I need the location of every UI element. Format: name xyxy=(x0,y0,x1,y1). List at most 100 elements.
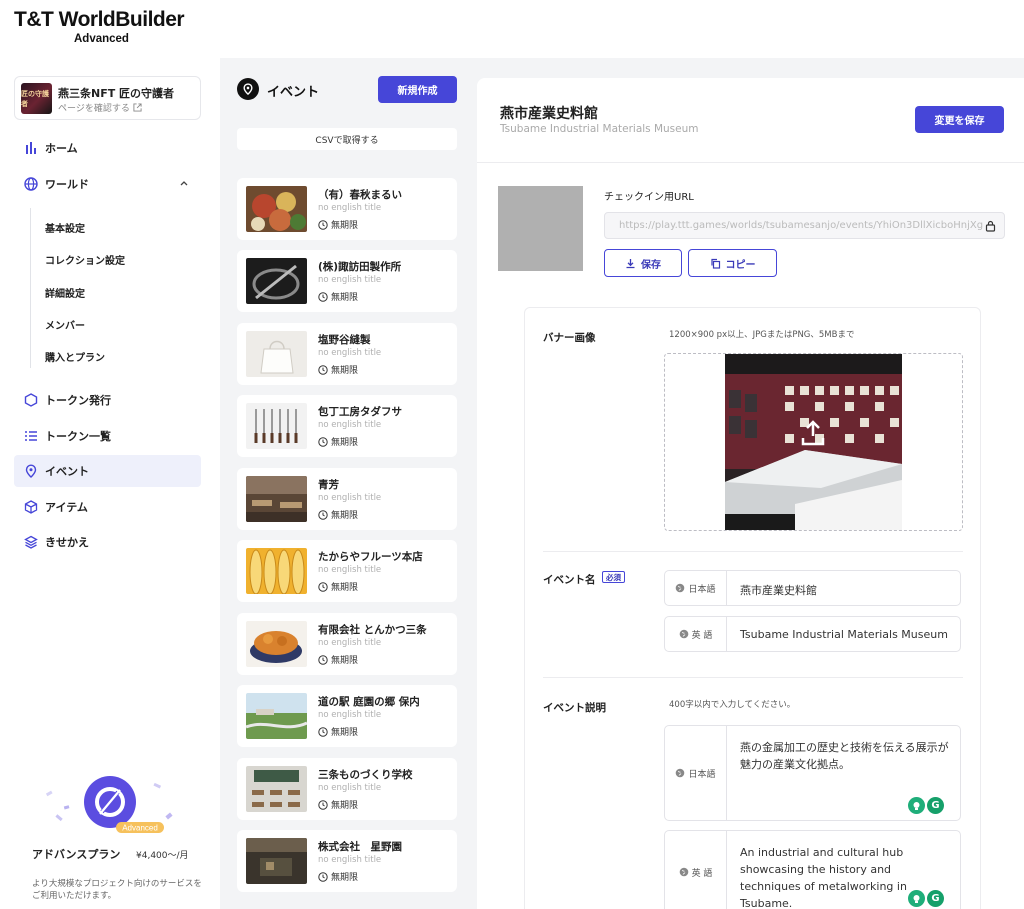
submenu-members[interactable]: メンバー xyxy=(45,317,85,332)
event-period-label: 無期限 xyxy=(331,366,359,376)
event-subtitle: no english title xyxy=(318,855,382,865)
event-subtitle: no english title xyxy=(318,275,382,285)
lang-tag-en-label: 英 語 xyxy=(691,630,713,641)
event-detail-subtitle: Tsubame Industrial Materials Museum xyxy=(500,123,699,135)
box-icon xyxy=(23,500,38,515)
nav-item-label: アイテム xyxy=(45,501,88,514)
event-subtitle: no english title xyxy=(318,348,382,358)
clock-icon xyxy=(318,654,328,665)
nav-world[interactable]: ワールド xyxy=(14,168,201,200)
clock-icon xyxy=(318,871,328,882)
save-qr-button[interactable]: 保存 xyxy=(604,249,682,277)
event-card[interactable]: 青芳 no english title 無期限 xyxy=(237,468,457,530)
event-period-label: 無期限 xyxy=(331,221,359,231)
event-period: 無期限 xyxy=(318,290,358,303)
nav-event-label: イベント xyxy=(45,465,89,478)
event-title: （有）春秋まるい xyxy=(318,189,402,201)
event-title: 株式会社 星野園 xyxy=(318,841,402,853)
lightbulb-icon[interactable] xyxy=(908,890,925,907)
event-thumbnail xyxy=(246,476,307,522)
grammarly-icon[interactable]: G xyxy=(927,797,944,814)
save-changes-button[interactable]: 変更を保存 xyxy=(915,106,1004,133)
banner-upload-dropzone[interactable] xyxy=(664,353,963,531)
clock-icon xyxy=(318,219,328,230)
event-period: 無期限 xyxy=(318,508,358,521)
banner-hint: 1200×900 px以上、JPGまたはPNG、5MBまで xyxy=(669,330,855,340)
plan-price: ¥4,400〜/月 xyxy=(136,851,189,861)
grammarly-icon[interactable]: G xyxy=(927,890,944,907)
event-period-label: 無期限 xyxy=(331,438,359,448)
event-form: バナー画像 1200×900 px以上、JPGまたはPNG、5MBまで イベント… xyxy=(524,307,981,909)
event-card[interactable]: （有）春秋まるい no english title 無期限 xyxy=(237,178,457,240)
clock-icon xyxy=(318,436,328,447)
event-card[interactable]: 道の駅 庭園の郷 保内 no english title 無期限 xyxy=(237,685,457,747)
new-event-button[interactable]: 新規作成 xyxy=(378,76,457,103)
event-thumbnail xyxy=(246,186,307,232)
event-description-hint: 400字以内で入力してください。 xyxy=(669,700,796,710)
event-card[interactable]: たからやフルーツ本店 no english title 無期限 xyxy=(237,540,457,602)
lang-tag-ja: 日本語 xyxy=(665,571,727,605)
required-badge: 必須 xyxy=(602,571,625,583)
lightbulb-icon[interactable] xyxy=(908,797,925,814)
banner-label: バナー画像 xyxy=(543,332,596,344)
event-period: 無期限 xyxy=(318,653,358,666)
globe-icon xyxy=(676,768,685,778)
event-card[interactable]: 有限会社 とんかつ三条 no english title 無期限 xyxy=(237,613,457,675)
brand-bar: T&T WorldBuilder Advanced xyxy=(0,0,1024,58)
csv-export-button[interactable]: CSVで取得する xyxy=(237,128,457,150)
nav-event[interactable]: イベント xyxy=(14,455,201,487)
advanced-plan-illustration: Advanced xyxy=(45,776,173,833)
submenu-basic-settings[interactable]: 基本設定 xyxy=(45,220,85,235)
event-thumbnail xyxy=(246,621,307,667)
event-name-ja-field[interactable]: 日本語 燕市産業史料館 xyxy=(664,570,961,606)
event-description-en-field[interactable]: 英 語 An industrial and cultural hub showc… xyxy=(664,830,961,909)
event-period-label: 無期限 xyxy=(331,873,359,883)
world-thumbnail-text: 匠の守護者 xyxy=(21,89,49,108)
submenu-detail-settings[interactable]: 詳細設定 xyxy=(45,285,85,300)
event-card[interactable]: 三条ものづくり学校 no english title 無期限 xyxy=(237,758,457,820)
chevron-up-icon[interactable] xyxy=(179,178,189,188)
submenu-purchase-plan[interactable]: 購入とプラン xyxy=(45,349,105,364)
bar-chart-icon xyxy=(23,141,38,156)
event-description-ja-field[interactable]: 日本語 燕の金属加工の歴史と技術を伝える展示が魅力の産業文化拠点。 G xyxy=(664,725,961,821)
nav-token-issue[interactable]: トークン発行 xyxy=(14,384,201,416)
assistant-badges[interactable]: G xyxy=(906,797,944,814)
event-thumbnail xyxy=(246,403,307,449)
event-description-ja-value: 燕の金属加工の歴史と技術を伝える展示が魅力の産業文化拠点。 xyxy=(740,741,949,771)
nav-item[interactable]: アイテム xyxy=(14,491,201,523)
event-period: 無期限 xyxy=(318,725,358,738)
plan-card: Advanced アドバンスプラン ¥4,400〜/月 より大規模なプロジェクト… xyxy=(14,760,204,905)
event-period-label: 無期限 xyxy=(331,801,359,811)
event-title: 有限会社 とんかつ三条 xyxy=(318,624,427,636)
copy-url-label: コピー xyxy=(725,259,756,271)
event-card[interactable]: (株)諏訪田製作所 no english title 無期限 xyxy=(237,250,457,312)
section-divider xyxy=(543,551,963,552)
event-title: 道の駅 庭園の郷 保内 xyxy=(318,696,420,708)
assistant-badges[interactable]: G xyxy=(906,890,944,907)
world-card[interactable]: 匠の守護者 燕三条NFT 匠の守護者 ページを確認する xyxy=(14,76,201,120)
event-thumbnail xyxy=(246,548,307,594)
event-card[interactable]: 包丁工房タダフサ no english title 無期限 xyxy=(237,395,457,457)
nav-home[interactable]: ホーム xyxy=(14,132,201,164)
event-period: 無期限 xyxy=(318,435,358,448)
event-card[interactable]: 株式会社 星野園 no english title 無期限 xyxy=(237,830,457,892)
event-title: 青芳 xyxy=(318,479,339,491)
copy-url-button[interactable]: コピー xyxy=(688,249,777,277)
event-name-en-field[interactable]: 英 語 Tsubame Industrial Materials Museum xyxy=(664,616,961,652)
external-link-icon xyxy=(133,103,142,112)
submenu-collection-settings[interactable]: コレクション設定 xyxy=(45,252,125,267)
world-page-link[interactable]: ページを確認する xyxy=(58,101,142,114)
globe-icon xyxy=(23,177,38,192)
globe-icon xyxy=(676,583,685,593)
lang-tag-en-label: 英 語 xyxy=(691,868,713,879)
event-card[interactable]: 塩野谷縫製 no english title 無期限 xyxy=(237,323,457,385)
checkin-url-field[interactable]: https://play.ttt.games/worlds/tsubamesan… xyxy=(604,212,1005,239)
event-list-column: イベント 新規作成 CSVで取得する （有）春秋まるい no english t… xyxy=(220,58,474,909)
lock-icon xyxy=(985,220,996,232)
nav-home-label: ホーム xyxy=(45,142,78,155)
checkin-url-label: チェックイン用URL xyxy=(604,192,694,203)
nav-token-list[interactable]: トークン一覧 xyxy=(14,420,201,452)
event-period-label: 無期限 xyxy=(331,293,359,303)
nav-dressup[interactable]: きせかえ xyxy=(14,526,201,558)
event-name-label: イベント名 xyxy=(543,574,596,586)
